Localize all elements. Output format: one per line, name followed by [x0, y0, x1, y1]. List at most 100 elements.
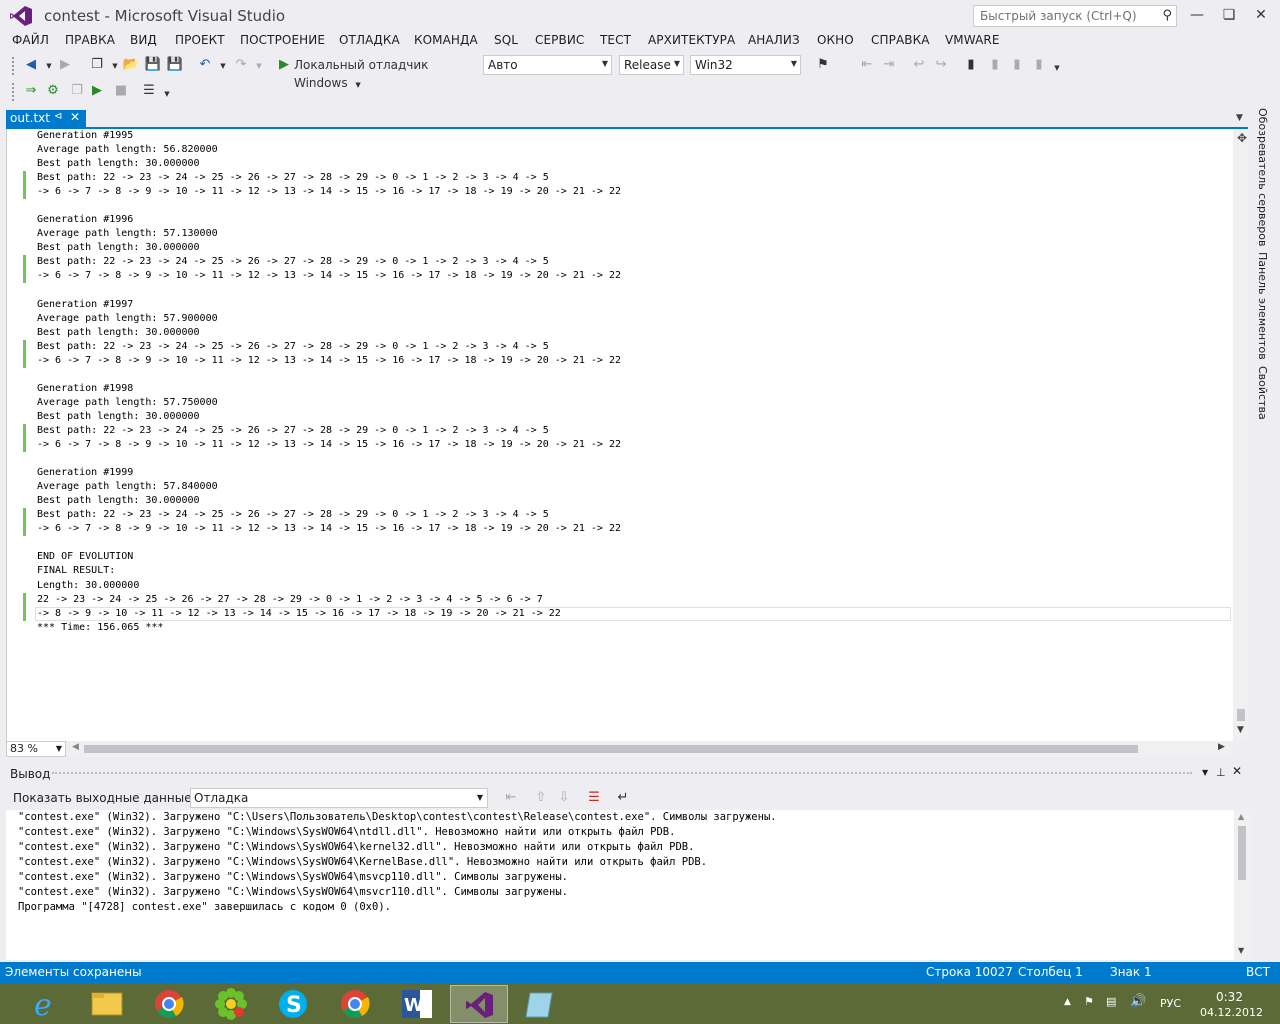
editor-line[interactable]: Generation #1999	[37, 466, 621, 480]
solution-config-dropdown[interactable]: Авто ▼	[483, 55, 612, 75]
menu-view[interactable]: ВИД	[130, 33, 157, 47]
word-wrap-icon[interactable]: ↵	[614, 789, 632, 807]
editor-line[interactable]: Average path length: 57.750000	[37, 396, 621, 410]
menu-file[interactable]: ФАЙЛ	[12, 33, 49, 47]
chevron-down-icon[interactable]: ▼	[214, 57, 232, 75]
close-window-button[interactable]: ✕	[1246, 4, 1276, 26]
scrollbar-thumb[interactable]	[1237, 709, 1245, 721]
editor-line[interactable]: -> 6 -> 7 -> 8 -> 9 -> 10 -> 11 -> 12 ->…	[23, 269, 621, 284]
editor-line[interactable]	[37, 536, 621, 550]
pin-icon[interactable]: ⊲	[54, 111, 62, 122]
prev-message-icon[interactable]: ⇧	[532, 789, 550, 807]
zoom-dropdown[interactable]: 83 % ▼	[6, 741, 66, 757]
editor-line[interactable]: Best path: 22 -> 23 -> 24 -> 25 -> 26 ->…	[23, 255, 621, 270]
copy-icon[interactable]: ❐	[68, 82, 86, 100]
editor-line[interactable]	[37, 284, 621, 298]
start-debug-icon[interactable]: ▶	[275, 56, 293, 74]
undo-icon[interactable]: ↶	[196, 56, 214, 74]
scroll-right-arrow-icon[interactable]: ▶	[1218, 742, 1225, 752]
menu-test[interactable]: ТЕСТ	[600, 33, 631, 47]
editor-line[interactable]: Best path length: 30.000000	[37, 410, 621, 424]
editor-line[interactable]: -> 6 -> 7 -> 8 -> 9 -> 10 -> 11 -> 12 ->…	[23, 185, 621, 200]
comment-icon[interactable]: ↩	[910, 56, 928, 74]
panel-grip[interactable]	[52, 772, 1192, 776]
close-icon[interactable]: ✕	[70, 110, 80, 124]
internet-explorer-icon[interactable]: e	[18, 985, 76, 1023]
scroll-up-arrow-icon[interactable]: ▲	[1238, 812, 1244, 821]
editor-line[interactable]	[37, 199, 621, 213]
editor-line[interactable]: Generation #1997	[37, 298, 621, 312]
output-source-dropdown[interactable]: Отладка ▼	[190, 788, 488, 808]
editor-line[interactable]: Average path length: 57.840000	[37, 480, 621, 494]
menu-project[interactable]: ПРОЕКТ	[175, 33, 225, 47]
editor-line[interactable]: Average path length: 56.820000	[37, 143, 621, 157]
tab-toolbox[interactable]: Панель элементов	[1256, 252, 1269, 360]
volume-icon[interactable]: 🔊	[1130, 994, 1146, 1009]
menu-window[interactable]: ОКНО	[817, 33, 854, 47]
notepad-icon[interactable]	[512, 985, 570, 1023]
menu-debug[interactable]: ОТЛАДКА	[339, 33, 400, 47]
open-file-icon[interactable]: 📂	[122, 56, 140, 74]
bookmark-icon[interactable]: ▮	[962, 56, 980, 74]
menu-edit[interactable]: ПРАВКА	[65, 33, 115, 47]
debugger-button[interactable]: Локальный отладчик Windows ▼	[294, 56, 484, 90]
save-all-icon[interactable]: 💾	[166, 56, 184, 74]
tab-out-txt[interactable]: out.txt ⊲ ✕	[6, 110, 86, 128]
next-message-icon[interactable]: ⇩	[555, 789, 573, 807]
editor-content[interactable]: Generation #1995 Average path length: 56.…	[23, 129, 1231, 635]
search-icon[interactable]: ⚲	[1162, 8, 1172, 23]
run-icon[interactable]: ▶	[88, 82, 106, 100]
editor-line[interactable]: Length: 30.000000	[37, 579, 621, 593]
menu-sql[interactable]: SQL	[494, 33, 518, 47]
navigate-forward-icon[interactable]: ▶	[56, 56, 74, 74]
editor-line[interactable]: Average path length: 57.130000	[37, 227, 621, 241]
icq-icon[interactable]	[202, 985, 260, 1023]
clock-date[interactable]: 04.12.2012	[1200, 1006, 1263, 1019]
maximize-button[interactable]: ❏	[1214, 4, 1244, 26]
menu-analyze[interactable]: АНАЛИЗ	[748, 33, 800, 47]
align-left-icon[interactable]: ⇤	[858, 56, 876, 74]
clear-all-icon[interactable]: ☰	[585, 789, 603, 807]
save-icon[interactable]: 💾	[144, 56, 162, 74]
build-config-dropdown[interactable]: Release ▼	[619, 55, 684, 75]
redo-icon[interactable]: ↷	[232, 56, 250, 74]
scrollbar-thumb[interactable]	[1238, 826, 1246, 880]
clock-time[interactable]: 0:32	[1216, 990, 1243, 1004]
new-project-icon[interactable]: ❐	[88, 56, 106, 74]
chrome-icon[interactable]	[326, 985, 384, 1023]
menu-team[interactable]: КОМАНДА	[414, 33, 478, 47]
editor-line[interactable]: *** Time: 156.065 ***	[37, 621, 621, 635]
visual-studio-taskbar-icon[interactable]	[450, 985, 508, 1023]
editor-line[interactable]: -> 8 -> 9 -> 10 -> 11 -> 12 -> 13 -> 14 …	[23, 606, 1231, 621]
next-bookmark-icon[interactable]: ▮	[1008, 56, 1026, 74]
menu-architecture[interactable]: АРХИТЕКТУРА	[648, 33, 735, 47]
uncomment-icon[interactable]: ↪	[932, 56, 950, 74]
toolbar-grip[interactable]	[12, 83, 16, 101]
menu-build[interactable]: ПОСТРОЕНИЕ	[240, 33, 325, 47]
editor-line[interactable]	[37, 368, 621, 382]
prev-bookmark-icon[interactable]: ▮	[986, 56, 1004, 74]
align-right-icon[interactable]: ⇥	[880, 56, 898, 74]
step-into-icon[interactable]: ⇒	[22, 82, 40, 100]
editor-vertical-scrollbar[interactable]	[1233, 129, 1249, 741]
output-text-area[interactable]: "contest.exe" (Win32). Загружено "C:\Use…	[6, 810, 1250, 960]
tab-list-dropdown-icon[interactable]: ▼	[1236, 113, 1243, 123]
tray-expand-icon[interactable]: ▲	[1064, 997, 1071, 1007]
editor-line[interactable]	[37, 452, 621, 466]
scroll-down-arrow-icon[interactable]: ▼	[1238, 946, 1244, 955]
threads-icon[interactable]: ☰	[140, 82, 158, 100]
editor-line[interactable]: Generation #1998	[37, 382, 621, 396]
editor-line[interactable]: -> 6 -> 7 -> 8 -> 9 -> 10 -> 11 -> 12 ->…	[23, 522, 621, 537]
editor-line[interactable]: Generation #1996	[37, 213, 621, 227]
split-window-icon[interactable]: ✥	[1237, 131, 1247, 145]
file-explorer-icon[interactable]	[78, 985, 136, 1023]
tab-server-explorer[interactable]: Обозреватель серверов	[1256, 108, 1269, 246]
find-message-icon[interactable]: ⇤	[502, 789, 520, 807]
pin-icon[interactable]: ⊥	[1216, 766, 1226, 779]
clear-bookmarks-icon[interactable]: ▮	[1030, 56, 1048, 74]
editor-line[interactable]: Best path length: 30.000000	[37, 157, 621, 171]
chevron-down-icon[interactable]: ▼	[250, 57, 268, 75]
network-icon[interactable]: ▤	[1106, 995, 1116, 1008]
word-icon[interactable]: W	[388, 985, 446, 1023]
editor-line[interactable]: Best path: 22 -> 23 -> 24 -> 25 -> 26 ->…	[23, 171, 621, 186]
